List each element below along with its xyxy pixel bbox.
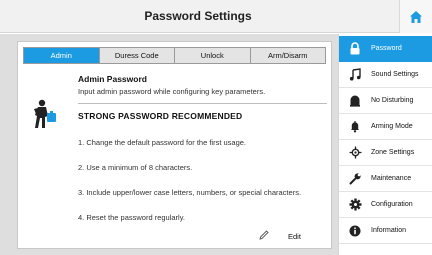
alarm-off-icon xyxy=(339,94,371,107)
strong-password-heading: STRONG PASSWORD RECOMMENDED xyxy=(78,111,243,121)
sidebar-item-label: Information xyxy=(371,227,407,234)
tip-item: 2. Use a minimum of 8 characters. xyxy=(78,163,193,172)
sidebar-item-maintenance[interactable]: Maintenance xyxy=(339,166,432,192)
sidebar-item-arming-mode[interactable]: Arming Mode xyxy=(339,114,432,140)
tab-duress-code[interactable]: Duress Code xyxy=(100,48,175,63)
admin-person-icon xyxy=(34,99,56,128)
bell-icon xyxy=(339,120,371,133)
info-icon xyxy=(339,225,371,237)
page-title: Password Settings xyxy=(144,9,252,23)
section-title: Admin Password xyxy=(78,74,147,84)
sidebar-item-label: Password xyxy=(371,45,402,52)
sidebar-item-label: Sound Settings xyxy=(371,71,419,78)
tab-bar: Admin Duress Code Unlock Arm/Disarm xyxy=(23,47,326,64)
section-description: Input admin password while configuring k… xyxy=(78,87,266,96)
tab-arm-disarm[interactable]: Arm/Disarm xyxy=(251,48,326,63)
sidebar: Password Sound Settings No Disturbing Ar… xyxy=(338,34,432,255)
sidebar-item-sound-settings[interactable]: Sound Settings xyxy=(339,62,432,88)
music-note-icon xyxy=(339,68,371,81)
sidebar-item-label: Maintenance xyxy=(371,175,412,182)
password-card: Admin Duress Code Unlock Arm/Disarm Admi… xyxy=(17,41,332,249)
sidebar-item-zone-settings[interactable]: Zone Settings xyxy=(339,140,432,166)
home-button[interactable] xyxy=(399,0,432,33)
sidebar-item-no-disturbing[interactable]: No Disturbing xyxy=(339,88,432,114)
tip-item: 1. Change the default password for the f… xyxy=(78,138,247,147)
sidebar-item-label: Configuration xyxy=(371,201,413,208)
pencil-icon[interactable] xyxy=(258,229,270,241)
top-bar: Password Settings xyxy=(0,0,432,33)
wrench-icon xyxy=(339,172,371,185)
tip-item: 3. Include upper/lower case letters, num… xyxy=(78,188,302,197)
sidebar-item-label: Arming Mode xyxy=(371,123,413,130)
edit-button[interactable]: Edit xyxy=(288,232,301,241)
zone-icon xyxy=(339,146,371,159)
divider xyxy=(78,103,327,104)
lock-icon xyxy=(339,42,371,55)
sidebar-item-label: Zone Settings xyxy=(371,149,415,156)
tab-admin[interactable]: Admin xyxy=(24,48,100,63)
sidebar-item-label: No Disturbing xyxy=(371,97,414,104)
sidebar-item-password[interactable]: Password xyxy=(339,36,432,62)
main-panel: Admin Duress Code Unlock Arm/Disarm Admi… xyxy=(0,34,338,255)
home-icon xyxy=(410,10,422,23)
tip-item: 4. Reset the password regularly. xyxy=(78,213,185,222)
gear-icon xyxy=(339,198,371,211)
sidebar-item-information[interactable]: Information xyxy=(339,218,432,244)
tab-unlock[interactable]: Unlock xyxy=(175,48,251,63)
sidebar-item-configuration[interactable]: Configuration xyxy=(339,192,432,218)
